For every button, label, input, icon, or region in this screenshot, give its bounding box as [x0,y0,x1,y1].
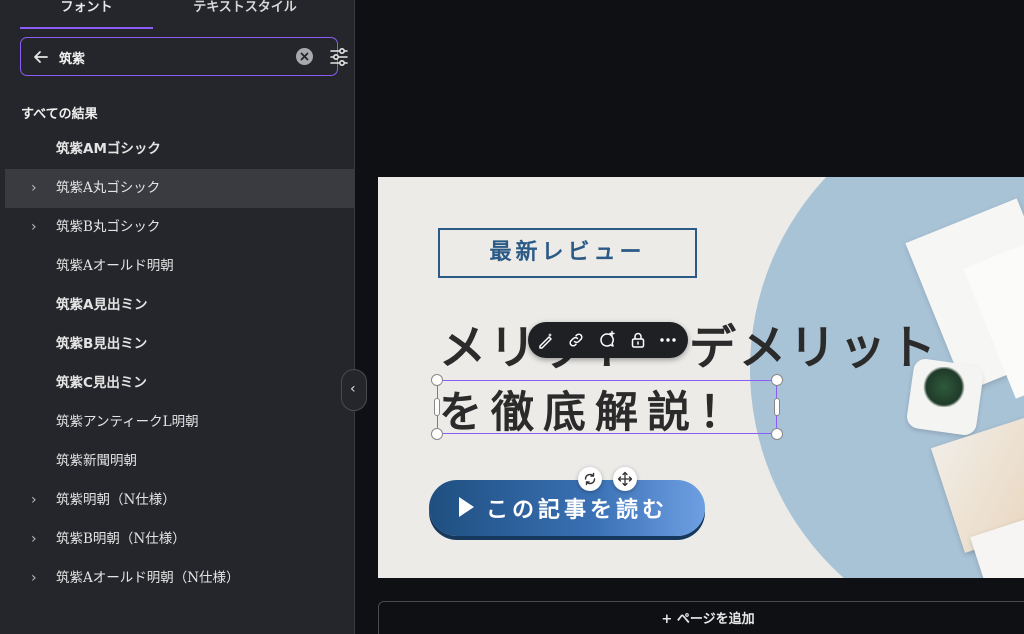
chevron-left-icon: ‹ [350,381,356,397]
play-icon [459,497,474,517]
badge-label[interactable]: 最新レビュー [438,228,697,278]
tab-text-styles[interactable]: テキストスタイル [170,0,320,30]
link-icon[interactable] [566,330,586,350]
lock-icon[interactable] [628,330,648,350]
rotate-button[interactable] [578,467,602,491]
font-name: 筑紫Aオールド明朝（N仕様） [56,570,240,586]
panel-tabs: フォント テキストスタイル [0,0,355,30]
font-list-item[interactable]: › 筑紫A丸ゴシック [5,169,354,208]
move-icon [617,471,633,487]
resize-handle-bottom-left[interactable] [431,428,443,440]
font-list-item[interactable]: 筑紫AMゴシック [5,130,354,169]
resize-handle-right[interactable] [774,398,780,416]
font-list-item[interactable]: 筑紫Aオールド明朝 [5,247,354,286]
font-list-item[interactable]: › 筑紫Aオールド明朝（N仕様） [5,559,354,598]
font-panel: フォント テキストスタイル すべての結果 筑紫AMゴシック›筑紫A丸ゴシック›筑… [0,0,355,634]
font-results-list: 筑紫AMゴシック › 筑紫A丸ゴシック › 筑紫B丸ゴシック 筑紫Aオールド明朝 筑紫A見出… [5,130,354,598]
cta-button[interactable]: この記事を読む [429,480,705,536]
cta-label: この記事を読む [486,498,669,523]
magic-edit-icon[interactable] [536,330,556,350]
rotate-icon [584,472,596,486]
chevron-right-icon[interactable]: › [31,481,37,520]
font-search-box [20,37,348,76]
font-name: 筑紫Aオールド明朝 [56,258,174,274]
add-page-button[interactable]: + ページを追加 [378,601,1024,634]
font-list-item[interactable]: › 筑紫B明朝（N仕様） [5,520,354,559]
add-comment-icon[interactable] [597,330,617,350]
clear-search-icon[interactable] [296,48,313,65]
font-list-item[interactable]: › 筑紫B丸ゴシック [5,208,354,247]
resize-handle-bottom-right[interactable] [771,428,783,440]
move-button[interactable] [613,467,637,491]
font-name: 筑紫明朝（N仕様） [56,492,176,508]
font-name: 筑紫アンティークL明朝 [56,414,199,430]
collapse-panel-button[interactable]: ‹ [341,369,367,411]
font-list-item[interactable]: 筑紫新聞明朝 [5,442,354,481]
font-list-item[interactable]: 筑紫A見出ミン [5,286,354,325]
filter-sliders-icon[interactable] [328,46,350,68]
chevron-right-icon[interactable]: › [31,520,37,559]
font-name: 筑紫C見出ミン [56,375,147,391]
font-name: 筑紫AMゴシック [56,141,161,157]
design-page[interactable]: 最新レビュー メリット・デメリット を徹底解説！ この記事を読む [378,177,1024,578]
selection-box[interactable] [437,380,777,434]
chevron-right-icon[interactable]: › [31,208,37,247]
font-name: 筑紫A見出ミン [56,297,148,313]
back-arrow-icon[interactable] [31,47,51,67]
font-list-item[interactable]: 筑紫B見出ミン [5,325,354,364]
results-heading: すべての結果 [21,107,98,122]
chevron-right-icon[interactable]: › [31,169,37,208]
font-list-item[interactable]: › 筑紫明朝（N仕様） [5,481,354,520]
font-name: 筑紫A丸ゴシック [56,180,161,196]
font-list-item[interactable]: 筑紫C見出ミン [5,364,354,403]
font-list-item[interactable]: 筑紫アンティークL明朝 [5,403,354,442]
font-search-input[interactable] [59,46,279,68]
resize-handle-left[interactable] [434,398,440,416]
font-name: 筑紫B丸ゴシック [56,219,161,235]
font-name: 筑紫B明朝（N仕様） [56,531,186,547]
active-tab-indicator [20,27,153,29]
chevron-right-icon[interactable]: › [31,559,37,598]
font-name: 筑紫新聞明朝 [56,453,137,469]
element-toolbar [528,322,688,358]
resize-handle-top-left[interactable] [431,374,443,386]
resize-handle-top-right[interactable] [771,374,783,386]
font-name: 筑紫B見出ミン [56,336,148,352]
more-options-icon[interactable] [658,330,678,350]
headline-line-1[interactable]: メリット・デメリット [439,309,939,378]
tab-fonts[interactable]: フォント [20,0,153,30]
